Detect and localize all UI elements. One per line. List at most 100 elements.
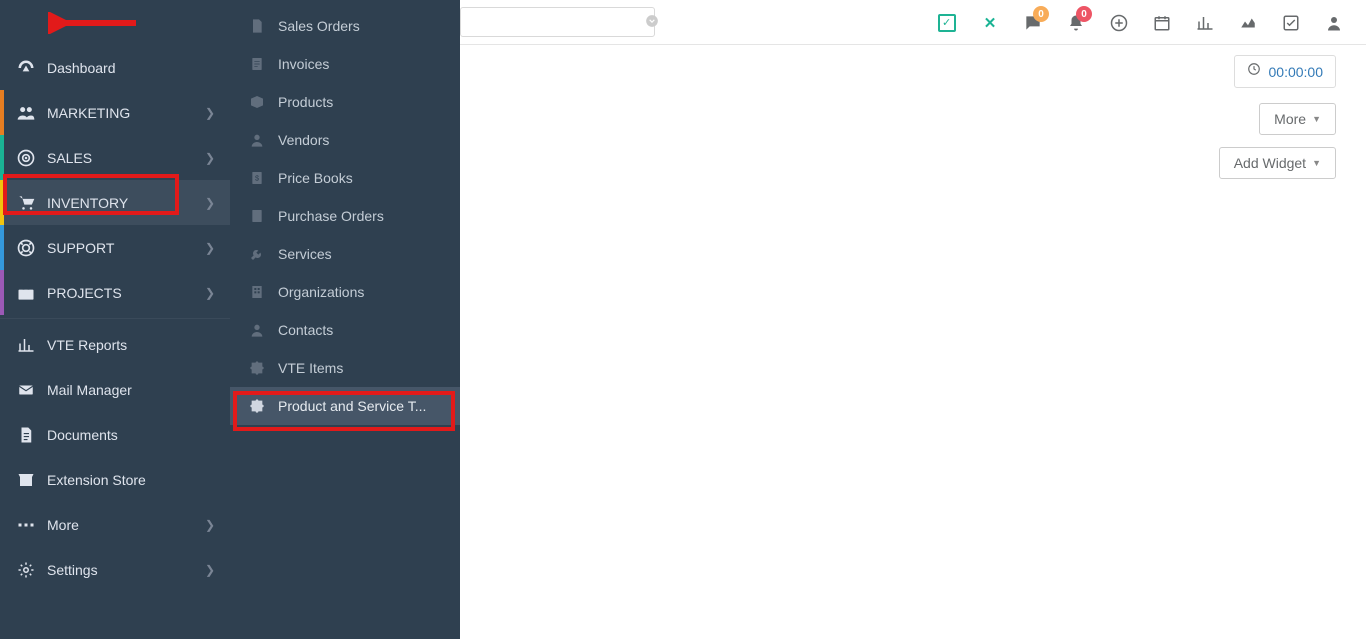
gear-icon	[15, 559, 37, 581]
submenu-item-label: Organizations	[278, 284, 442, 300]
gauge-icon	[15, 57, 37, 79]
wrench-icon	[248, 245, 266, 263]
sidebar-item-documents[interactable]: Documents	[0, 412, 230, 457]
chevron-right-icon: ❯	[205, 241, 215, 255]
sidebar-item-projects[interactable]: PROJECTS ❯	[0, 270, 230, 315]
puzzle-icon	[248, 397, 266, 415]
document-icon	[248, 17, 266, 35]
sidebar-item-label: SALES	[47, 150, 205, 166]
sidebar-item-label: Extension Store	[47, 472, 215, 488]
sidebar-item-marketing[interactable]: MARKETING ❯	[0, 90, 230, 135]
sidebar-item-support[interactable]: SUPPORT ❯	[0, 225, 230, 270]
sidebar-item-label: SUPPORT	[47, 240, 205, 256]
submenu-item-sales-orders[interactable]: Sales Orders	[230, 7, 460, 45]
search-dropdown-icon[interactable]	[645, 14, 659, 31]
submenu-item-label: Product and Service T...	[278, 398, 442, 414]
submenu-item-vte-items[interactable]: VTE Items	[230, 349, 460, 387]
user-menu-icon[interactable]	[1314, 0, 1354, 45]
submenu-item-services[interactable]: Services	[230, 235, 460, 273]
submenu-item-label: Vendors	[278, 132, 442, 148]
calendar-icon[interactable]	[1142, 0, 1182, 45]
puzzle-icon	[248, 359, 266, 377]
timer-button[interactable]: 00:00:00	[1234, 55, 1337, 88]
submenu-item-products[interactable]: Products	[230, 83, 460, 121]
chevron-right-icon: ❯	[205, 286, 215, 300]
submenu-item-label: VTE Items	[278, 360, 442, 376]
submenu-item-label: Invoices	[278, 56, 442, 72]
building-icon	[248, 283, 266, 301]
chevron-right-icon: ❯	[205, 106, 215, 120]
submenu-item-product-and-service[interactable]: Product and Service T...	[230, 387, 460, 425]
submenu-item-label: Products	[278, 94, 442, 110]
submenu-item-label: Services	[278, 246, 442, 262]
search-input[interactable]	[469, 15, 645, 30]
submenu-item-organizations[interactable]: Organizations	[230, 273, 460, 311]
chevron-right-icon: ❯	[205, 151, 215, 165]
sidebar-item-more[interactable]: More ❯	[0, 502, 230, 547]
integrations-icon[interactable]: ✕	[970, 0, 1010, 45]
purchase-icon	[248, 207, 266, 225]
invoice-icon	[248, 55, 266, 73]
sidebar-item-extension-store[interactable]: Extension Store	[0, 457, 230, 502]
chat-icon[interactable]: 0	[1013, 0, 1053, 45]
price-tag-icon: $	[248, 169, 266, 187]
cart-icon	[15, 192, 37, 214]
sidebar-item-sales[interactable]: SALES ❯	[0, 135, 230, 180]
main-sidebar: Dashboard MARKETING ❯ SALES ❯ INVENTORY …	[0, 0, 230, 639]
sidebar-item-label: Mail Manager	[47, 382, 215, 398]
calendar-check-icon[interactable]	[927, 0, 967, 45]
store-icon	[15, 469, 37, 491]
svg-text:$: $	[255, 174, 259, 183]
inventory-submenu: Sales Orders Invoices Products Vendors $…	[230, 0, 460, 639]
sidebar-item-settings[interactable]: Settings ❯	[0, 547, 230, 592]
submenu-item-label: Price Books	[278, 170, 442, 186]
notifications-badge: 0	[1076, 6, 1092, 22]
global-search[interactable]	[460, 7, 655, 37]
notifications-icon[interactable]: 0	[1056, 0, 1096, 45]
sidebar-item-mail-manager[interactable]: Mail Manager	[0, 367, 230, 412]
sidebar-item-label: INVENTORY	[47, 195, 205, 211]
submenu-item-contacts[interactable]: Contacts	[230, 311, 460, 349]
submenu-item-price-books[interactable]: $ Price Books	[230, 159, 460, 197]
submenu-item-purchase-orders[interactable]: Purchase Orders	[230, 197, 460, 235]
submenu-item-label: Contacts	[278, 322, 442, 338]
sidebar-item-label: Settings	[47, 562, 205, 578]
submenu-item-label: Purchase Orders	[278, 208, 442, 224]
caret-down-icon: ▼	[1312, 158, 1321, 168]
lifebuoy-icon	[15, 237, 37, 259]
chevron-right-icon: ❯	[205, 563, 215, 577]
sidebar-item-label: More	[47, 517, 205, 533]
more-icon	[15, 514, 37, 536]
add-widget-button[interactable]: Add Widget ▼	[1219, 147, 1336, 179]
briefcase-icon	[15, 282, 37, 304]
person-icon	[248, 321, 266, 339]
main-content: 00:00:00 More ▼ Add Widget ▼	[460, 45, 1366, 75]
sidebar-item-inventory[interactable]: INVENTORY ❯	[0, 180, 230, 225]
chevron-right-icon: ❯	[205, 196, 215, 210]
document-icon	[15, 424, 37, 446]
chevron-right-icon: ❯	[205, 518, 215, 532]
checkbox-icon[interactable]	[1271, 0, 1311, 45]
area-chart-icon[interactable]	[1228, 0, 1268, 45]
clock-icon	[1247, 62, 1261, 81]
top-icons: ✕ 0 0	[927, 0, 1354, 45]
sidebar-item-label: Documents	[47, 427, 215, 443]
sidebar-item-label: VTE Reports	[47, 337, 215, 353]
submenu-item-invoices[interactable]: Invoices	[230, 45, 460, 83]
submenu-item-label: Sales Orders	[278, 18, 442, 34]
sidebar-item-label: MARKETING	[47, 105, 205, 121]
timer-value: 00:00:00	[1269, 64, 1324, 80]
caret-down-icon: ▼	[1312, 114, 1321, 124]
add-icon[interactable]	[1099, 0, 1139, 45]
chat-badge: 0	[1033, 6, 1049, 22]
submenu-item-vendors[interactable]: Vendors	[230, 121, 460, 159]
sidebar-item-dashboard[interactable]: Dashboard	[0, 45, 230, 90]
sidebar-item-label: PROJECTS	[47, 285, 205, 301]
envelope-icon	[15, 379, 37, 401]
target-icon	[15, 147, 37, 169]
bar-chart-icon[interactable]	[1185, 0, 1225, 45]
more-button[interactable]: More ▼	[1259, 103, 1336, 135]
sidebar-item-label: Dashboard	[47, 60, 215, 76]
vendor-icon	[248, 131, 266, 149]
sidebar-item-vte-reports[interactable]: VTE Reports	[0, 322, 230, 367]
